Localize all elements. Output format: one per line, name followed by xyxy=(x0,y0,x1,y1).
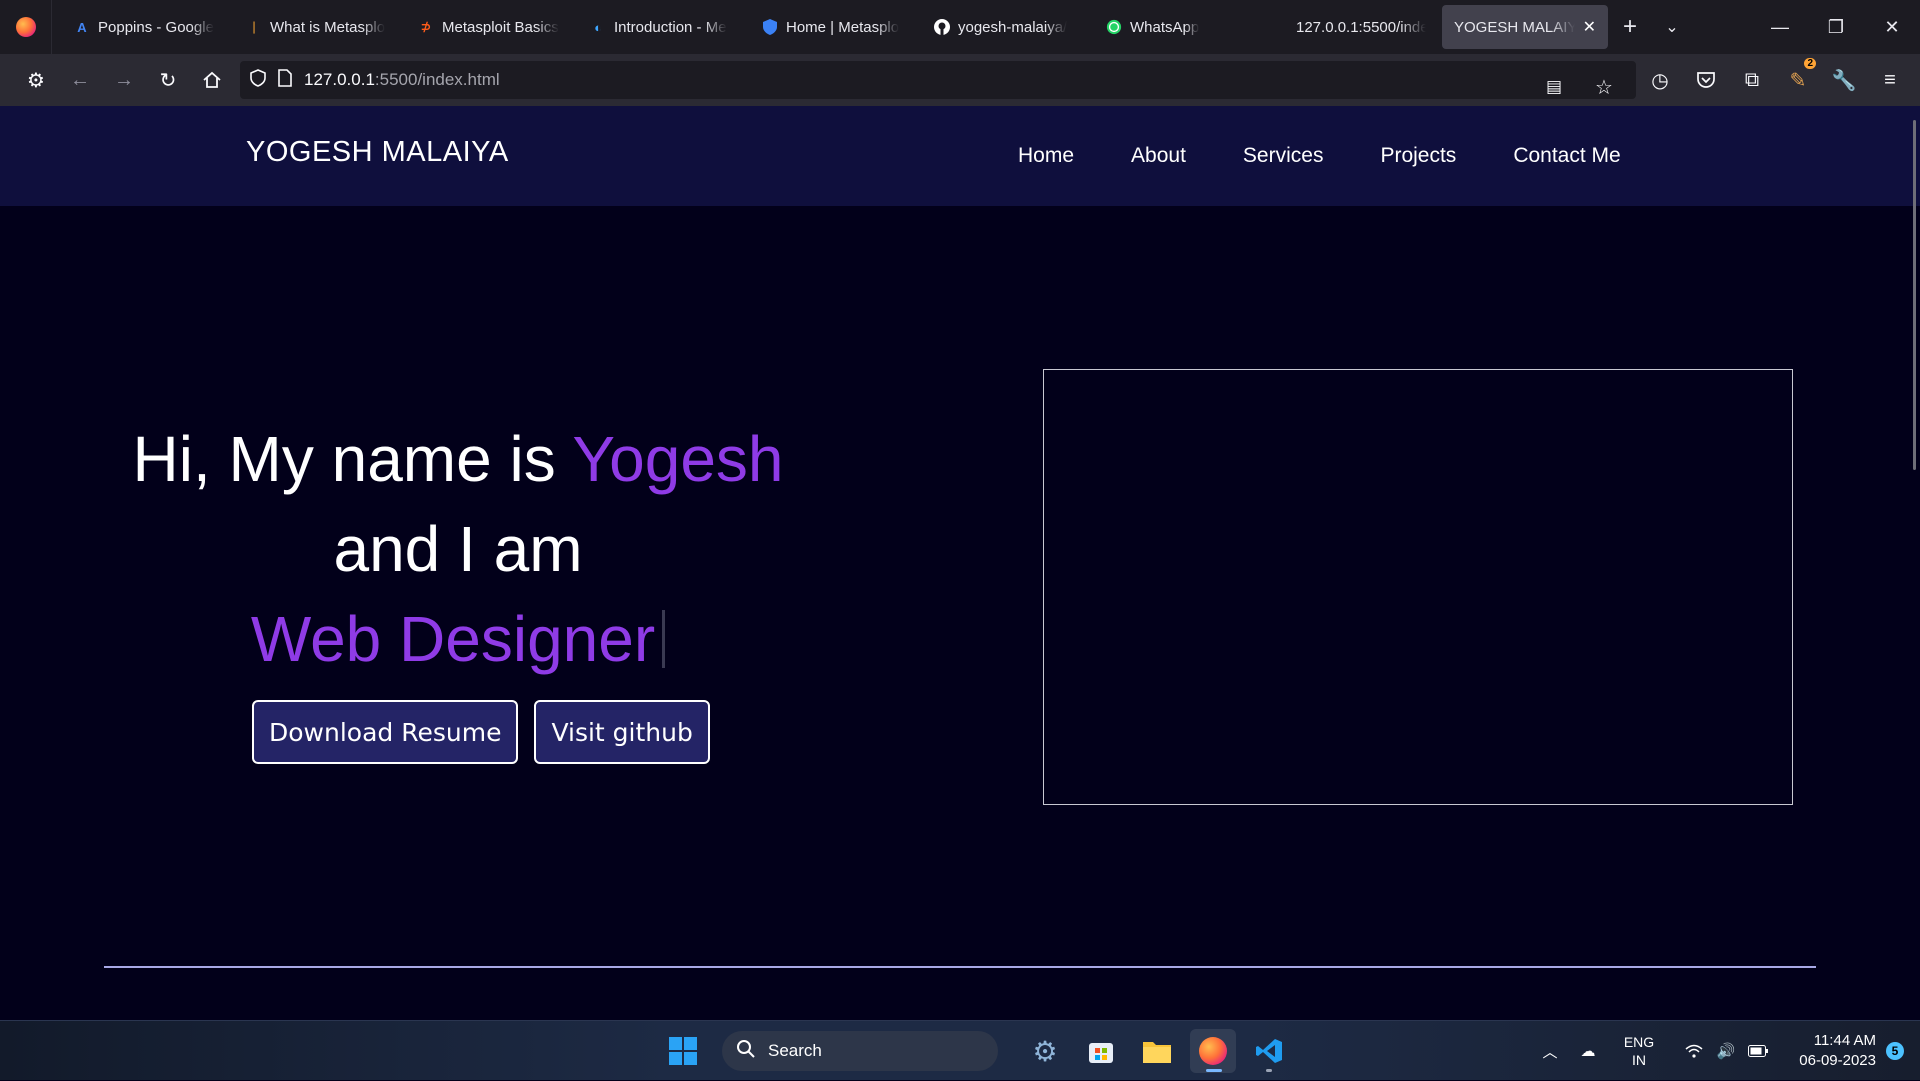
hero-image-frame xyxy=(1043,369,1793,805)
system-tray: ︿ ☁ ENG IN 🔊 11:44 AM 06-09-2023 5 xyxy=(1534,1021,1920,1081)
windows-start-icon[interactable] xyxy=(660,1029,706,1073)
nav-about[interactable]: About xyxy=(1131,144,1186,168)
back-arrow-icon[interactable]: ← xyxy=(58,62,102,98)
hero-line-1: Hi, My name is Yogesh xyxy=(132,423,784,495)
hamburger-menu-icon[interactable]: ≡ xyxy=(1868,62,1912,98)
forward-arrow-icon[interactable]: → xyxy=(102,62,146,98)
hero-name: Yogesh xyxy=(572,423,784,495)
whatsapp-icon xyxy=(1106,19,1122,35)
nav-services[interactable]: Services xyxy=(1243,144,1324,168)
typed-role: Web Designer xyxy=(251,594,666,684)
page-scrollbar[interactable] xyxy=(1913,120,1916,470)
nav-projects[interactable]: Projects xyxy=(1380,144,1456,168)
wrench-icon[interactable]: 🔧 xyxy=(1822,62,1866,98)
tab-poppins[interactable]: A Poppins - Google xyxy=(62,5,234,49)
hero-line-2: and I am xyxy=(333,513,583,585)
tab-introduction[interactable]: ◐ Introduction - Me xyxy=(578,5,750,49)
windows-taskbar: Search ⚙ ︿ ☁ ENG IN 🔊 11:44 AM 06-09-202… xyxy=(0,1020,1920,1080)
clock-date: 06-09-2023 xyxy=(1799,1052,1876,1069)
onedrive-cloud-icon[interactable]: ☁ xyxy=(1566,1042,1610,1060)
microsoft-store-icon[interactable] xyxy=(1078,1029,1124,1073)
clock-time: 11:44 AM xyxy=(1813,1032,1876,1049)
section-divider xyxy=(104,966,1816,968)
visit-github-button[interactable]: Visit github xyxy=(534,700,710,764)
settings-app-icon[interactable]: ⚙ xyxy=(1022,1029,1068,1073)
tab-yogesh-malaiya-active[interactable]: YOGESH MALAIYA ✕ xyxy=(1442,5,1608,49)
download-resume-button[interactable]: Download Resume xyxy=(252,700,519,764)
extensions-puzzle-icon[interactable]: ⧉ xyxy=(1730,62,1774,98)
extension-badge: 2 xyxy=(1804,58,1816,69)
file-explorer-icon[interactable] xyxy=(1134,1029,1180,1073)
new-tab-icon[interactable]: + xyxy=(1608,13,1652,41)
tab-home-metasploit[interactable]: Home | Metasplo xyxy=(750,5,922,49)
reload-icon[interactable]: ↻ xyxy=(146,62,190,98)
list-all-tabs-icon[interactable]: ⌄ xyxy=(1652,17,1692,37)
website-viewport: YOGESH MALAIYA Home About Services Proje… xyxy=(0,106,1920,1020)
battery-icon[interactable] xyxy=(1742,1045,1774,1057)
hero-buttons: Download Resume Visit github xyxy=(252,700,710,764)
volume-icon[interactable]: 🔊 xyxy=(1710,1042,1742,1060)
vscode-icon[interactable] xyxy=(1246,1029,1292,1073)
history-icon[interactable]: ◷ xyxy=(1638,62,1682,98)
minimize-icon[interactable]: — xyxy=(1752,0,1808,54)
metasploit-basics-icon: ⊅ xyxy=(420,19,432,34)
firefox-taskbar-icon[interactable] xyxy=(1190,1029,1236,1073)
settings-gear-icon[interactable]: ⚙ xyxy=(14,62,58,98)
browser-tab-strip: A Poppins - Google ᛁ What is Metasplo ⊅ … xyxy=(0,0,1920,54)
nav-contact-me[interactable]: Contact Me xyxy=(1513,144,1620,168)
taskbar-search[interactable]: Search xyxy=(722,1031,998,1071)
window-controls: — ❐ ✕ xyxy=(1752,0,1920,54)
page-info-icon[interactable] xyxy=(278,68,292,92)
google-fonts-icon: A xyxy=(77,19,87,35)
tab-whatsapp[interactable]: WhatsApp xyxy=(1094,5,1266,49)
extension-icon[interactable]: ✎ 2 xyxy=(1776,58,1820,98)
close-tab-icon[interactable]: ✕ xyxy=(1583,17,1596,37)
pocket-icon[interactable] xyxy=(1684,62,1728,98)
metasploit-icon: ᛁ xyxy=(250,19,258,35)
search-label: Search xyxy=(768,1041,822,1060)
notification-count-badge[interactable]: 5 xyxy=(1886,1042,1904,1060)
tab-localhost[interactable]: 127.0.0.1:5500/index.h xyxy=(1266,5,1438,49)
reader-view-icon[interactable]: ▤ xyxy=(1532,69,1576,105)
url-path: :5500/index.html xyxy=(374,70,500,89)
address-bar[interactable]: 127.0.0.1:5500/index.html ▤ ☆ xyxy=(240,61,1636,99)
url-host: 127.0.0.1 xyxy=(304,70,375,89)
site-brand[interactable]: YOGESH MALAIYA xyxy=(246,136,509,169)
language-indicator[interactable]: ENG IN xyxy=(1610,1033,1668,1069)
browser-toolbar: ⚙ ← → ↻ 127.0.0.1:5500/index.html ▤ ☆ ◷ … xyxy=(0,54,1920,106)
metasploit-docs-icon: ◐ xyxy=(594,19,602,35)
home-icon[interactable] xyxy=(190,62,234,98)
tab-github[interactable]: yogesh-malaiya/ xyxy=(922,5,1094,49)
show-hidden-icons-chevron-icon[interactable]: ︿ xyxy=(1534,1041,1566,1062)
firefox-menu-icon[interactable] xyxy=(0,0,52,54)
site-nav: Home About Services Projects Contact Me xyxy=(1018,144,1621,168)
restore-icon[interactable]: ❐ xyxy=(1808,0,1864,54)
close-window-icon[interactable]: ✕ xyxy=(1864,0,1920,54)
wifi-icon[interactable] xyxy=(1678,1044,1710,1058)
shield-icon xyxy=(762,19,778,35)
bookmark-star-icon[interactable]: ☆ xyxy=(1582,69,1626,105)
nav-home[interactable]: Home xyxy=(1018,144,1074,168)
site-header: YOGESH MALAIYA Home About Services Proje… xyxy=(0,106,1920,206)
search-icon xyxy=(736,1039,756,1064)
github-icon xyxy=(934,19,950,35)
hero-heading: Hi, My name is Yogesh and I am Web Desig… xyxy=(100,414,816,684)
tab-what-is-metasploit[interactable]: ᛁ What is Metasplo xyxy=(234,5,406,49)
tracking-protection-shield-icon[interactable] xyxy=(250,68,266,92)
clock[interactable]: 11:44 AM 06-09-2023 xyxy=(1784,1031,1876,1071)
tab-metasploit-basics[interactable]: ⊅ Metasploit Basics xyxy=(406,5,578,49)
